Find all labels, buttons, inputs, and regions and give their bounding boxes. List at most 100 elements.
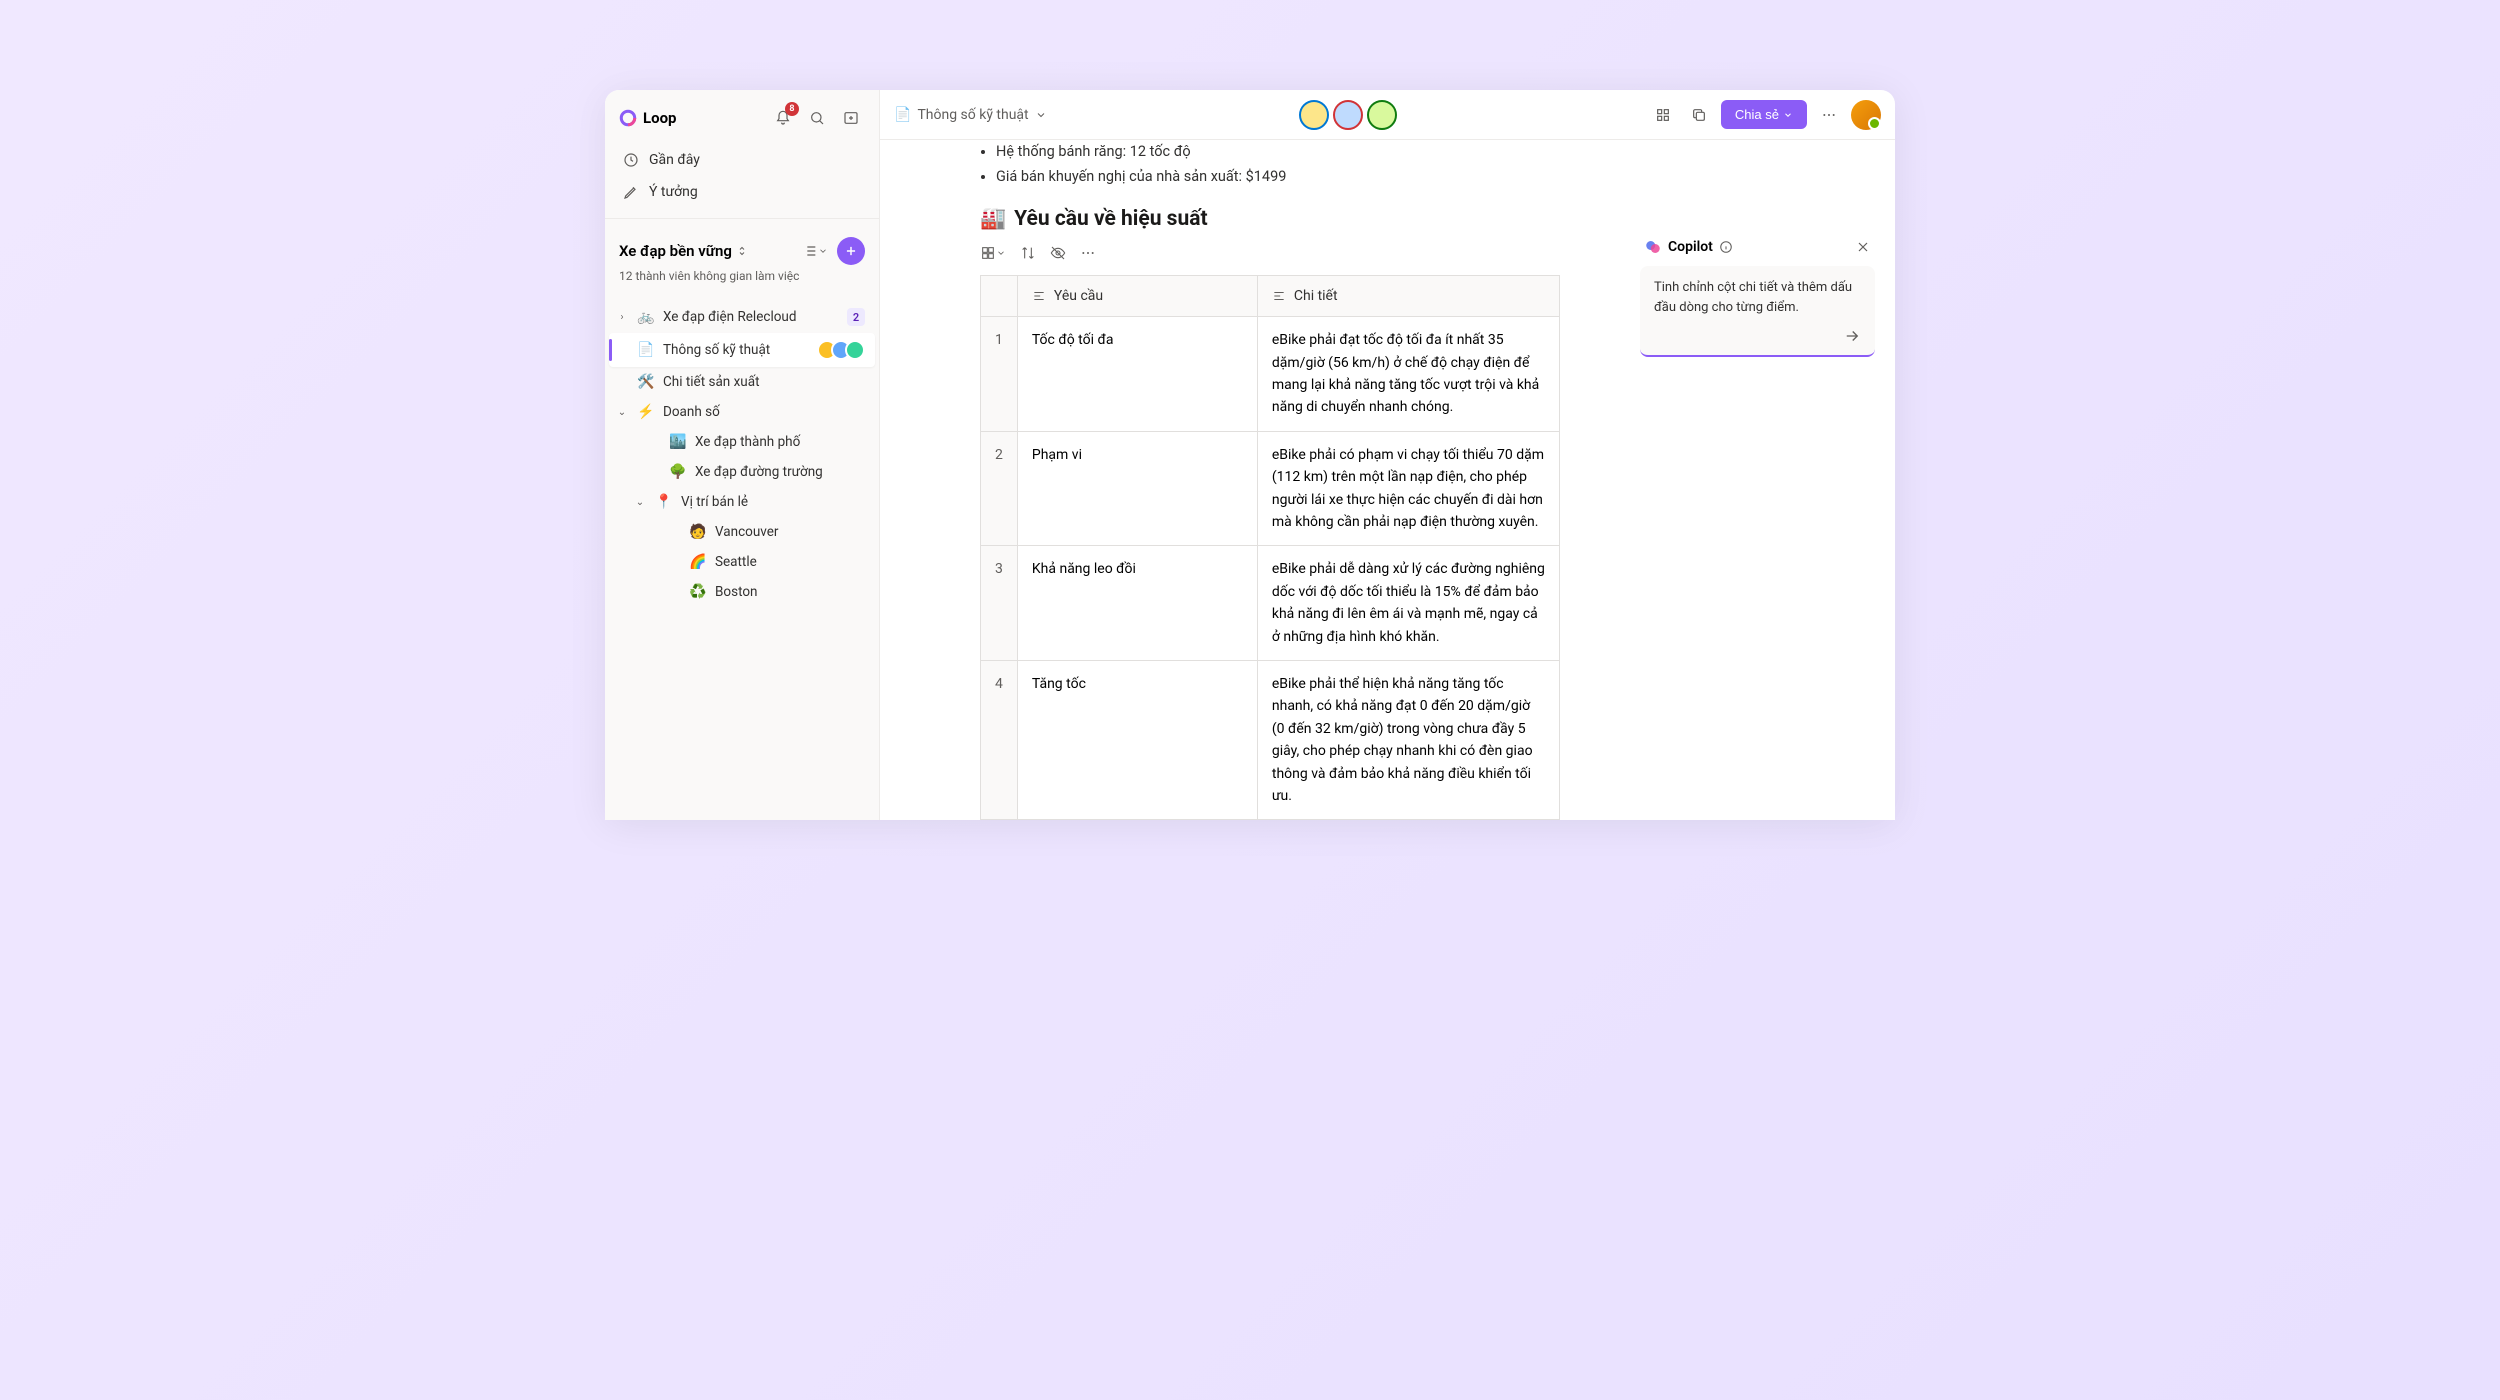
- tree-item-icon: 🏙️: [669, 434, 687, 450]
- tree-item[interactable]: 🛠️Chi tiết sản xuất: [609, 367, 875, 397]
- row-number: 1: [981, 317, 1018, 432]
- table-row[interactable]: 4Tăng tốceBike phải thể hiện khả năng tă…: [981, 660, 1560, 819]
- more-icon: [1080, 245, 1096, 261]
- workspace-switcher[interactable]: Xe đạp bền vững: [619, 242, 793, 260]
- more-button[interactable]: [1815, 101, 1843, 129]
- cell-detail[interactable]: eBike phải có phạm vi chạy tối thiểu 70 …: [1257, 431, 1559, 546]
- app-logo[interactable]: Loop: [619, 109, 769, 127]
- apps-button[interactable]: [1649, 101, 1677, 129]
- page-tree: › 🚲 Xe đạp điện Relecloud 2 📄 Thông số kỹ thu…: [605, 289, 879, 607]
- copilot-prompt-box[interactable]: Tinh chỉnh cột chi tiết và thêm dấu đầu …: [1640, 266, 1875, 357]
- chevron-icon[interactable]: ›: [615, 312, 629, 323]
- tree-item-icon: 🌳: [669, 464, 687, 480]
- tree-item-label: Doanh số: [663, 404, 865, 420]
- tree-item-label: Seattle: [715, 554, 865, 570]
- cell-detail[interactable]: eBike phải đạt tốc độ tối đa ít nhất 35 …: [1257, 317, 1559, 432]
- workspace-name-label: Xe đạp bền vững: [619, 242, 732, 260]
- tree-item-icon: 🧑: [689, 524, 707, 540]
- cell-requirement[interactable]: Tăng tốc: [1017, 660, 1257, 819]
- send-arrow-icon[interactable]: [1843, 327, 1861, 345]
- tree-item[interactable]: 🌈 Seattle: [609, 547, 875, 577]
- close-icon[interactable]: [1855, 239, 1871, 255]
- notifications-button[interactable]: 8: [769, 104, 797, 132]
- presence-avatar[interactable]: [1299, 100, 1329, 130]
- table-row[interactable]: 2Phạm vieBike phải có phạm vi chạy tối t…: [981, 431, 1560, 546]
- tree-item[interactable]: ⌄ ⚡ Doanh số: [609, 397, 875, 427]
- tree-item-badge: 2: [847, 308, 865, 326]
- tree-item[interactable]: 🌳 Xe đạp đường trường: [609, 457, 875, 487]
- info-icon[interactable]: [1719, 240, 1733, 254]
- column-label: Chi tiết: [1294, 288, 1338, 304]
- notification-badge: 8: [785, 102, 799, 116]
- share-button[interactable]: Chia sẻ: [1721, 100, 1807, 129]
- chevron-down-icon: [996, 248, 1006, 258]
- heading-emoji: 🏭: [980, 207, 1006, 231]
- chevron-down-icon: [818, 246, 828, 256]
- tree-item[interactable]: 📄 Thông số kỹ thuật: [609, 333, 875, 367]
- presence-avatars[interactable]: [1299, 100, 1397, 130]
- tree-item-label: Xe đạp thành phố: [695, 434, 865, 450]
- search-button[interactable]: [803, 104, 831, 132]
- tree-item[interactable]: 🧑Vancouver: [609, 517, 875, 547]
- tree-item-icon: ⚡: [637, 404, 655, 420]
- table-more-button[interactable]: [1080, 245, 1096, 261]
- search-icon: [809, 110, 825, 126]
- tree-item-label: Thông số kỹ thuật: [663, 342, 809, 358]
- copy-component-button[interactable]: [1685, 101, 1713, 129]
- plus-icon: [844, 244, 858, 258]
- copilot-icon: [1644, 238, 1662, 256]
- chevron-down-icon: [1783, 110, 1793, 120]
- list-view-button[interactable]: [801, 237, 829, 265]
- content-scroll[interactable]: Hệ thống bánh răng: 12 tốc độGiá bán khu…: [880, 140, 1895, 820]
- tree-item[interactable]: ⌄📍Vị trí bán lẻ: [609, 487, 875, 517]
- column-header[interactable]: Yêu cầu: [1017, 276, 1257, 317]
- nav-recent-label: Gần đây: [649, 152, 700, 168]
- presence-avatar[interactable]: [1333, 100, 1363, 130]
- presence-avatar[interactable]: [1367, 100, 1397, 130]
- nav-ideas[interactable]: Ý tưởng: [613, 176, 871, 208]
- chevron-updown-icon: [736, 245, 748, 257]
- table-hide-button[interactable]: [1050, 245, 1066, 261]
- panel-plus-icon: [843, 110, 859, 126]
- breadcrumb[interactable]: 📄 Thông số kỹ thuật: [894, 107, 1047, 123]
- pen-icon: [623, 184, 639, 200]
- add-button[interactable]: [837, 237, 865, 265]
- tree-item-label: Xe đạp điện Relecloud: [663, 309, 839, 325]
- nav-recent[interactable]: Gần đây: [613, 144, 871, 176]
- tree-item-label: Chi tiết sản xuất: [663, 374, 865, 390]
- chevron-down-icon: [1035, 109, 1047, 121]
- tree-item-icon: 📄: [637, 342, 655, 358]
- tree-item-icon: 🚲: [637, 309, 655, 325]
- table-sort-button[interactable]: [1020, 245, 1036, 261]
- table-row[interactable]: 3Khả năng leo đồieBike phải dễ dàng xử l…: [981, 546, 1560, 661]
- tree-item[interactable]: › 🚲 Xe đạp điện Relecloud 2: [609, 301, 875, 333]
- cell-detail[interactable]: eBike phải thể hiện khả năng tăng tốc nh…: [1257, 660, 1559, 819]
- column-header[interactable]: Chi tiết: [1257, 276, 1559, 317]
- page-title: Thông số kỹ thuật: [917, 107, 1028, 123]
- collaborator-avatars: [817, 340, 865, 360]
- list-icon: [802, 243, 818, 259]
- loop-logo-icon: [619, 109, 637, 127]
- tree-item-label: Xe đạp đường trường: [695, 464, 865, 480]
- add-panel-button[interactable]: [837, 104, 865, 132]
- table-layout-button[interactable]: [980, 245, 1006, 261]
- cell-requirement[interactable]: Phạm vi: [1017, 431, 1257, 546]
- workspace-members-label: 12 thành viên không gian làm việc: [619, 269, 865, 283]
- app-name: Loop: [643, 109, 677, 127]
- tree-item-label: Vị trí bán lẻ: [681, 494, 865, 510]
- tree-item-icon: 🌈: [689, 554, 707, 570]
- chevron-icon[interactable]: ⌄: [615, 407, 629, 418]
- table-toolbar: [980, 245, 1560, 261]
- me-avatar[interactable]: [1851, 100, 1881, 130]
- column-label: Yêu cầu: [1054, 288, 1103, 304]
- table-row[interactable]: 1Tốc độ tối đaeBike phải đạt tốc độ tối …: [981, 317, 1560, 432]
- chevron-icon[interactable]: ⌄: [633, 497, 647, 508]
- cell-detail[interactable]: eBike phải dễ dàng xử lý các đường nghiê…: [1257, 546, 1559, 661]
- topbar: 📄 Thông số kỹ thuật Chia sẻ: [880, 90, 1895, 140]
- share-label: Chia sẻ: [1735, 107, 1779, 122]
- tree-item[interactable]: ♻️Boston: [609, 577, 875, 607]
- sort-icon: [1020, 245, 1036, 261]
- cell-requirement[interactable]: Tốc độ tối đa: [1017, 317, 1257, 432]
- cell-requirement[interactable]: Khả năng leo đồi: [1017, 546, 1257, 661]
- tree-item[interactable]: 🏙️ Xe đạp thành phố: [609, 427, 875, 457]
